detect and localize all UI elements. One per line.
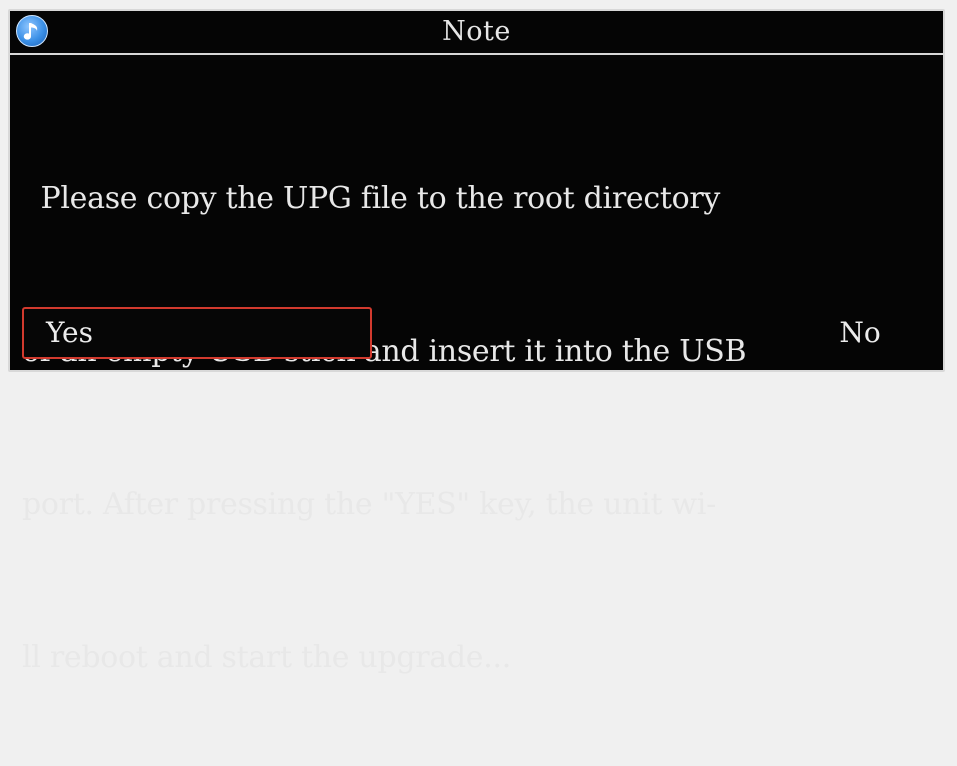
no-button[interactable]: No (810, 307, 910, 359)
message-line: ll reboot and start the upgrade... (22, 640, 511, 675)
dialog-title: Note (442, 16, 511, 47)
dialog-message: Please copy the UPG file to the root dir… (22, 71, 947, 766)
message-line: port. After pressing the "YES" key, the … (22, 487, 716, 522)
upgrade-note-dialog: Note Please copy the UPG file to the roo… (8, 9, 945, 675)
message-line: Please copy the UPG file to the root dir… (22, 181, 721, 216)
yes-button[interactable]: Yes (22, 307, 372, 359)
dialog-title-bar: Note (10, 11, 943, 55)
